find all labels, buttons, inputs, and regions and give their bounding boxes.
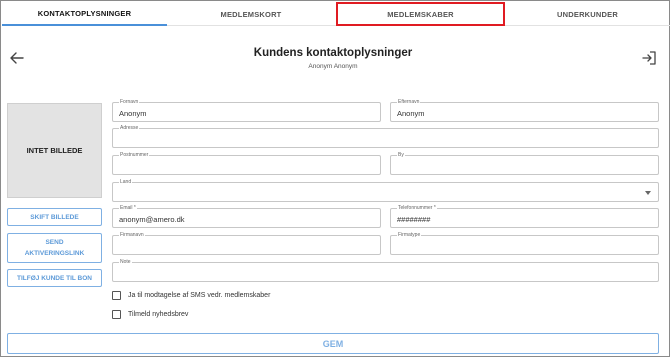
- exit-icon[interactable]: [641, 50, 657, 66]
- chevron-down-icon: [645, 191, 651, 195]
- first-name-label: Fornavn: [119, 99, 140, 105]
- country-select[interactable]: Land: [112, 179, 659, 202]
- phone-value: ########: [397, 215, 431, 224]
- send-activation-link-button[interactable]: SEND AKTIVERINGSLINK: [7, 233, 102, 263]
- company-type-field[interactable]: Firmatype: [390, 232, 659, 255]
- note-label: Note: [119, 259, 132, 265]
- newsletter-row[interactable]: Tilmeld nyhedsbrev: [112, 308, 188, 320]
- last-name-field[interactable]: Efternavn Anonym: [390, 99, 659, 122]
- sms-consent-row[interactable]: Ja til modtagelse af SMS vedr. medlemska…: [112, 289, 270, 301]
- photo-label: INTET BILLEDE: [26, 146, 83, 155]
- sms-consent-label: Ja til modtagelse af SMS vedr. medlemska…: [128, 291, 271, 299]
- last-name-value: Anonym: [397, 109, 425, 118]
- tab-underkunder[interactable]: UNDERKUNDER: [505, 2, 670, 26]
- note-field[interactable]: Note: [112, 259, 659, 282]
- tab-medlemskaber[interactable]: MEDLEMSKABER: [336, 2, 505, 26]
- country-label: Land: [119, 179, 133, 185]
- last-name-label: Efternavn: [397, 99, 421, 105]
- customer-name: Anonym Anonym: [308, 63, 358, 70]
- app-frame: KONTAKTOPLYSNINGER MEDLEMSKORT MEDLEMSKA…: [0, 0, 670, 357]
- email-value: anonym@amero.dk: [119, 215, 185, 224]
- address-label: Adresse: [119, 125, 140, 131]
- sms-consent-checkbox[interactable]: [112, 290, 121, 300]
- company-name-label: Firmanavn: [119, 232, 145, 238]
- city-label: By: [397, 152, 405, 158]
- arrow-left-icon[interactable]: [9, 50, 25, 66]
- save-button[interactable]: GEM: [7, 333, 659, 354]
- company-type-label: Firmatype: [397, 232, 422, 238]
- change-photo-button[interactable]: SKIFT BILLEDE: [7, 208, 102, 226]
- newsletter-checkbox[interactable]: [112, 309, 121, 319]
- email-label: Email *: [119, 205, 137, 211]
- postal-code-label: Postnummer: [119, 152, 150, 158]
- first-name-value: Anonym: [119, 109, 147, 118]
- page-title: Kundens kontaktoplysninger: [253, 47, 413, 59]
- tab-bar: KONTAKTOPLYSNINGER MEDLEMSKORT MEDLEMSKA…: [2, 2, 670, 26]
- phone-field[interactable]: Telefonnummer * ########: [390, 205, 659, 228]
- postal-code-field[interactable]: Postnummer: [112, 152, 381, 175]
- first-name-field[interactable]: Fornavn Anonym: [112, 99, 381, 122]
- email-field[interactable]: Email * anonym@amero.dk: [112, 205, 381, 228]
- phone-label: Telefonnummer *: [397, 205, 437, 211]
- tab-kontaktoplysninger[interactable]: KONTAKTOPLYSNINGER: [2, 2, 167, 26]
- tab-medlemskort[interactable]: MEDLEMSKORT: [167, 2, 335, 26]
- address-field[interactable]: Adresse: [112, 125, 659, 148]
- newsletter-label: Tilmeld nyhedsbrev: [128, 310, 189, 318]
- add-customer-to-receipt-button[interactable]: TILFØJ KUNDE TIL BON: [7, 269, 102, 287]
- company-name-field[interactable]: Firmanavn: [112, 232, 381, 255]
- customer-photo-placeholder[interactable]: INTET BILLEDE: [7, 103, 102, 198]
- city-field[interactable]: By: [390, 152, 659, 175]
